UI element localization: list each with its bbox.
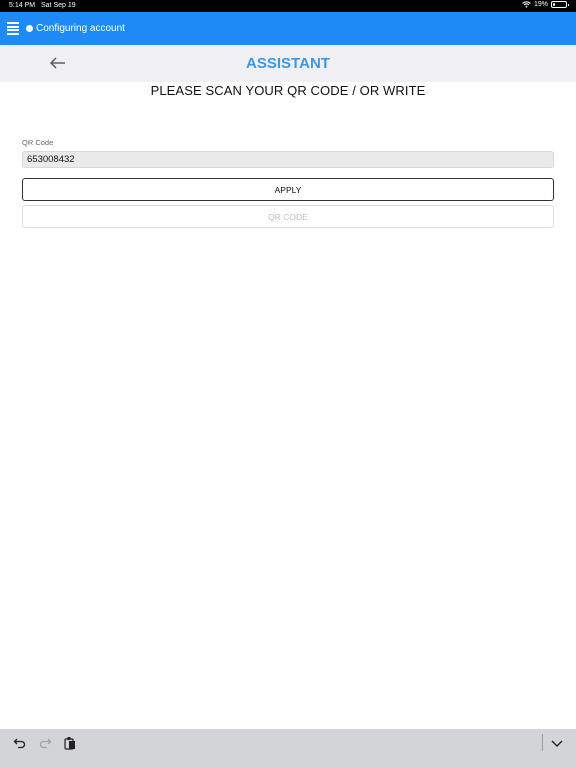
divider	[542, 734, 543, 751]
top-bar-title: Configuring account	[36, 23, 125, 34]
battery-level	[553, 3, 556, 6]
connection-status-dot	[26, 25, 33, 32]
qr-code-input[interactable]	[22, 151, 554, 168]
keyboard-shortcut-bar	[0, 729, 576, 768]
status-date: Sat Sep 19	[41, 2, 76, 9]
top-bar: Configuring account	[0, 12, 576, 45]
header: ASSISTANT	[0, 45, 576, 82]
battery-icon	[551, 1, 569, 8]
page-title: ASSISTANT	[246, 55, 330, 72]
battery-percent: 19%	[533, 1, 548, 8]
qr-code-label: QR Code	[22, 138, 54, 147]
apply-button[interactable]: APPLY	[22, 178, 554, 201]
status-time: 5:14 PM	[9, 2, 36, 9]
paste-icon[interactable]	[63, 736, 77, 750]
qr-code-button[interactable]: QR CODE	[22, 205, 554, 228]
instruction-text: PLEASE SCAN YOUR QR CODE / OR WRITE	[150, 83, 426, 98]
wifi-icon	[522, 1, 531, 8]
undo-icon[interactable]	[13, 736, 27, 750]
menu-icon[interactable]	[7, 22, 19, 35]
status-bar: 5:14 PM Sat Sep 19 19%	[0, 0, 576, 12]
chevron-down-icon[interactable]	[550, 736, 564, 750]
status-indicators: 19%	[522, 1, 569, 8]
redo-icon[interactable]	[38, 736, 52, 750]
